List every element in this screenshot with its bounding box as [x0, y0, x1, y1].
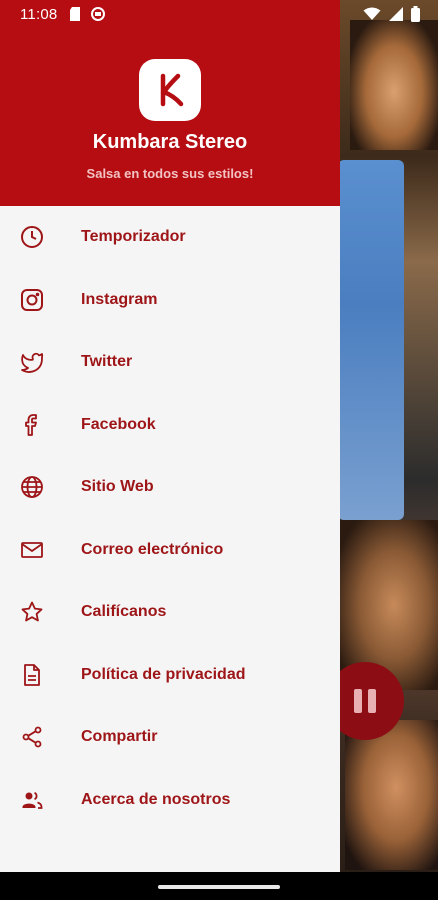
status-right-icons: [363, 6, 420, 22]
pause-icon: [354, 689, 362, 713]
background-album-poster: [338, 160, 404, 520]
menu-item-compartir[interactable]: Compartir: [0, 706, 340, 769]
home-gesture-handle[interactable]: [158, 885, 280, 889]
kumbara-logo-icon: [139, 59, 201, 121]
globe-icon: [20, 475, 44, 499]
mail-icon: [20, 538, 44, 562]
menu-item-calificanos[interactable]: Califícanos: [0, 581, 340, 644]
menu-item-politica-privacidad[interactable]: Política de privacidad: [0, 644, 340, 707]
drawer-header: Kumbara Stereo Salsa en todos sus estilo…: [0, 0, 340, 206]
menu-item-label: Instagram: [81, 290, 158, 308]
background-artwork: [350, 20, 438, 150]
sd-card-icon: [70, 7, 81, 21]
notification-app-icon: [91, 7, 106, 21]
app-subtitle: Salsa en todos sus estilos!: [86, 166, 254, 181]
document-icon: [20, 663, 44, 687]
battery-icon: [411, 6, 420, 22]
signal-icon: [389, 7, 403, 21]
menu-item-temporizador[interactable]: Temporizador: [0, 206, 340, 269]
menu-item-label: Califícanos: [81, 603, 167, 621]
star-icon: [20, 600, 44, 624]
menu-item-label: Política de privacidad: [81, 665, 246, 683]
menu-item-label: Correo electrónico: [81, 540, 224, 558]
menu-item-label: Temporizador: [81, 228, 186, 246]
status-bar: 11:08: [0, 0, 438, 28]
menu-item-correo[interactable]: Correo electrónico: [0, 519, 340, 582]
menu-item-label: Twitter: [81, 353, 133, 371]
share-icon: [20, 725, 44, 749]
menu-item-acerca[interactable]: Acerca de nosotros: [0, 769, 340, 832]
app-title: Kumbara Stereo: [92, 131, 248, 153]
instagram-icon: [20, 288, 44, 312]
wifi-icon: [363, 7, 381, 20]
menu-item-instagram[interactable]: Instagram: [0, 269, 340, 332]
menu-item-sitio-web[interactable]: Sitio Web: [0, 456, 340, 519]
people-icon: [20, 788, 44, 812]
twitter-icon: [20, 350, 44, 374]
pause-icon: [368, 689, 376, 713]
menu-item-label: Facebook: [81, 415, 156, 433]
menu-item-label: Acerca de nosotros: [81, 790, 231, 808]
background-artwork: [345, 720, 438, 870]
menu-item-twitter[interactable]: Twitter: [0, 331, 340, 394]
status-time: 11:08: [20, 5, 58, 23]
menu-item-facebook[interactable]: Facebook: [0, 394, 340, 457]
menu-item-label: Compartir: [81, 728, 158, 746]
facebook-icon: [20, 413, 44, 437]
navigation-drawer: Kumbara Stereo Salsa en todos sus estilo…: [0, 0, 340, 872]
menu-item-label: Sitio Web: [81, 478, 154, 496]
clock-icon: [20, 225, 44, 249]
drawer-menu: Temporizador Instagram Twitter Facebook …: [0, 206, 340, 831]
